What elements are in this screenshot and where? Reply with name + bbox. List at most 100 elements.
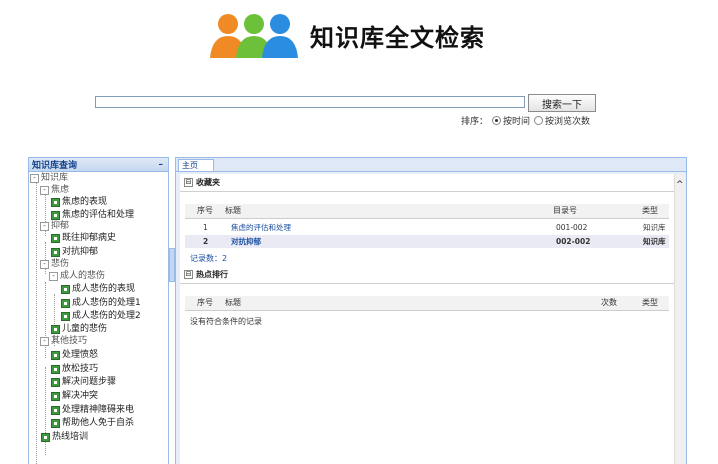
sort-options: 排序： 按时间 按浏览次数 <box>461 114 590 127</box>
sort-by-time-label[interactable]: 按时间 <box>503 114 530 127</box>
col-header: 序号 <box>197 298 213 307</box>
tree-leaf-suicide-prevention[interactable]: 帮助他人免于自杀 <box>51 417 134 429</box>
document-icon <box>51 418 60 428</box>
tree-node-label: 处理愤怒 <box>62 350 99 360</box>
tree-node-label: 帮助他人免于自杀 <box>62 418 135 428</box>
tree-leaf-handle-anger[interactable]: 处理愤怒 <box>51 349 98 361</box>
home-content: ⊟ 收藏夹 序号 标题 目录号 类型 1 焦虑的评估和处理 001-002 知识… <box>180 174 674 464</box>
hot-ranking-title: 热点排行 <box>196 270 228 279</box>
tree-node-grief[interactable]: - 悲伤 <box>40 258 69 270</box>
tree-node-adult-grief[interactable]: - 成人的悲伤 <box>49 270 105 282</box>
search-button[interactable]: 搜索一下 <box>528 94 596 112</box>
tree-toggle-icon[interactable]: - <box>49 271 58 281</box>
cell-type: 知识库 <box>643 237 666 246</box>
tree-leaf-child-grief[interactable]: 儿童的悲伤 <box>51 323 107 335</box>
tree-node-knowledge-base[interactable]: - 知识库 <box>30 172 68 184</box>
document-icon <box>51 197 60 207</box>
tree-node-label: 解决冲突 <box>62 391 99 401</box>
table-row[interactable]: 2 对抗抑郁 002-002 知识库 <box>185 235 669 248</box>
app-logo: 知识库全文检索 <box>208 10 485 60</box>
tree-toggle-icon[interactable]: - <box>40 336 49 346</box>
tree-node-label: 处理精神障碍来电 <box>62 405 135 415</box>
favorites-table-header: 序号 标题 目录号 类型 <box>185 204 669 219</box>
document-icon <box>61 284 70 294</box>
document-icon <box>51 324 60 334</box>
document-icon <box>51 233 60 243</box>
sort-by-time-radio[interactable] <box>492 116 502 125</box>
tree-leaf-fight-depression[interactable]: 对抗抑郁 <box>51 246 98 258</box>
document-icon <box>51 247 60 257</box>
tree-node-label: 焦虑的评估和处理 <box>62 210 135 220</box>
tree-leaf-adult-grief-handling-2[interactable]: 成人悲伤的处理2 <box>61 310 141 322</box>
tree-leaf-conflict-resolution[interactable]: 解决冲突 <box>51 390 98 402</box>
collapse-icon[interactable]: ⊟ <box>184 270 193 279</box>
tree-toggle-icon[interactable]: - <box>30 173 39 183</box>
document-icon <box>51 391 60 401</box>
col-header: 次数 <box>601 298 617 307</box>
app-title: 知识库全文检索 <box>310 23 485 52</box>
col-header: 标题 <box>225 298 241 307</box>
cell-no: 2 <box>203 237 209 246</box>
empty-message: 没有符合条件的记录 <box>190 317 262 326</box>
tree-leaf-adult-grief-signs[interactable]: 成人悲伤的表现 <box>61 283 135 295</box>
cell-no: 1 <box>203 223 208 232</box>
sort-by-views-radio[interactable] <box>534 116 544 125</box>
cell-code: 001-002 <box>556 223 588 232</box>
search-input[interactable] <box>95 96 525 108</box>
sort-by-views-label[interactable]: 按浏览次数 <box>545 114 590 127</box>
tree-panel-header: 知识库查询 – <box>29 158 168 172</box>
tree-leaf-hotline-training[interactable]: 热线培训 <box>41 431 88 443</box>
tree-node-label: 成人的悲伤 <box>60 271 106 281</box>
tree-leaf-mental-disorder-calls[interactable]: 处理精神障碍来电 <box>51 404 134 416</box>
tree-node-label: 焦虑的表现 <box>62 197 108 207</box>
people-group-icon <box>210 14 298 58</box>
tree-node-label: 既往抑郁病史 <box>62 233 117 243</box>
tab-home[interactable]: 主页 <box>178 159 214 171</box>
cell-title-link[interactable]: 对抗抑郁 <box>231 235 261 248</box>
tree-leaf-problem-solving[interactable]: 解决问题步骤 <box>51 376 116 388</box>
tree-leaf-adult-grief-handling-1[interactable]: 成人悲伤的处理1 <box>61 297 141 309</box>
tree-node-label: 知识库 <box>41 173 69 183</box>
main-scrollbar[interactable]: ^ <box>674 174 685 464</box>
document-icon <box>61 298 70 308</box>
collapse-icon[interactable]: ⊟ <box>184 178 193 187</box>
collapse-panel-button[interactable]: – <box>159 160 164 170</box>
tree-leaf-relaxation[interactable]: 放松技巧 <box>51 363 98 375</box>
tree-node-label: 成人悲伤的处理2 <box>72 311 141 321</box>
tree-node-label: 抑郁 <box>51 221 70 231</box>
tab-bar: 主页 <box>176 158 686 172</box>
tree-panel-title: 知识库查询 <box>32 161 78 171</box>
tree-node-label: 焦虑 <box>51 185 70 195</box>
main-panel: 主页 ⊟ 收藏夹 序号 标题 目录号 类型 1 焦虑的评估和处理 001-002… <box>175 157 687 464</box>
col-header: 目录号 <box>553 206 577 215</box>
record-count: 记录数：2 <box>190 254 228 263</box>
hot-table-header: 序号 标题 次数 类型 <box>185 296 669 311</box>
document-icon <box>51 210 60 220</box>
document-icon <box>51 377 60 387</box>
document-icon <box>51 350 60 360</box>
hot-ranking-section-header[interactable]: ⊟ 热点排行 <box>180 266 674 284</box>
tree-toggle-icon[interactable]: - <box>40 185 49 195</box>
favorites-title: 收藏夹 <box>196 178 220 187</box>
tree-node-label: 解决问题步骤 <box>62 377 117 387</box>
tree-node-label: 成人悲伤的处理1 <box>72 298 141 308</box>
cell-code: 002-002 <box>556 237 591 246</box>
tree-node-anxiety[interactable]: - 焦虑 <box>40 184 69 196</box>
document-icon <box>51 364 60 374</box>
cell-title-link[interactable]: 焦虑的评估和处理 <box>231 221 291 234</box>
tree-node-depression[interactable]: - 抑郁 <box>40 220 69 232</box>
tree-node-label: 悲伤 <box>51 259 70 269</box>
tree-toggle-icon[interactable]: - <box>40 221 49 231</box>
document-icon <box>61 311 70 321</box>
tree-leaf-depression-history[interactable]: 既往抑郁病史 <box>51 232 116 244</box>
scroll-up-icon[interactable]: ^ <box>676 180 684 190</box>
favorites-section-header[interactable]: ⊟ 收藏夹 <box>180 174 674 192</box>
tree-leaf-anxiety-signs[interactable]: 焦虑的表现 <box>51 196 107 208</box>
table-row[interactable]: 1 焦虑的评估和处理 001-002 知识库 <box>185 221 669 234</box>
sort-label: 排序： <box>461 117 489 127</box>
document-icon <box>41 432 50 442</box>
tree-node-other-skills[interactable]: - 其他技巧 <box>40 335 87 347</box>
document-icon <box>51 405 60 415</box>
tree-toggle-icon[interactable]: - <box>40 259 49 269</box>
tree-node-label: 对抗抑郁 <box>62 247 99 257</box>
